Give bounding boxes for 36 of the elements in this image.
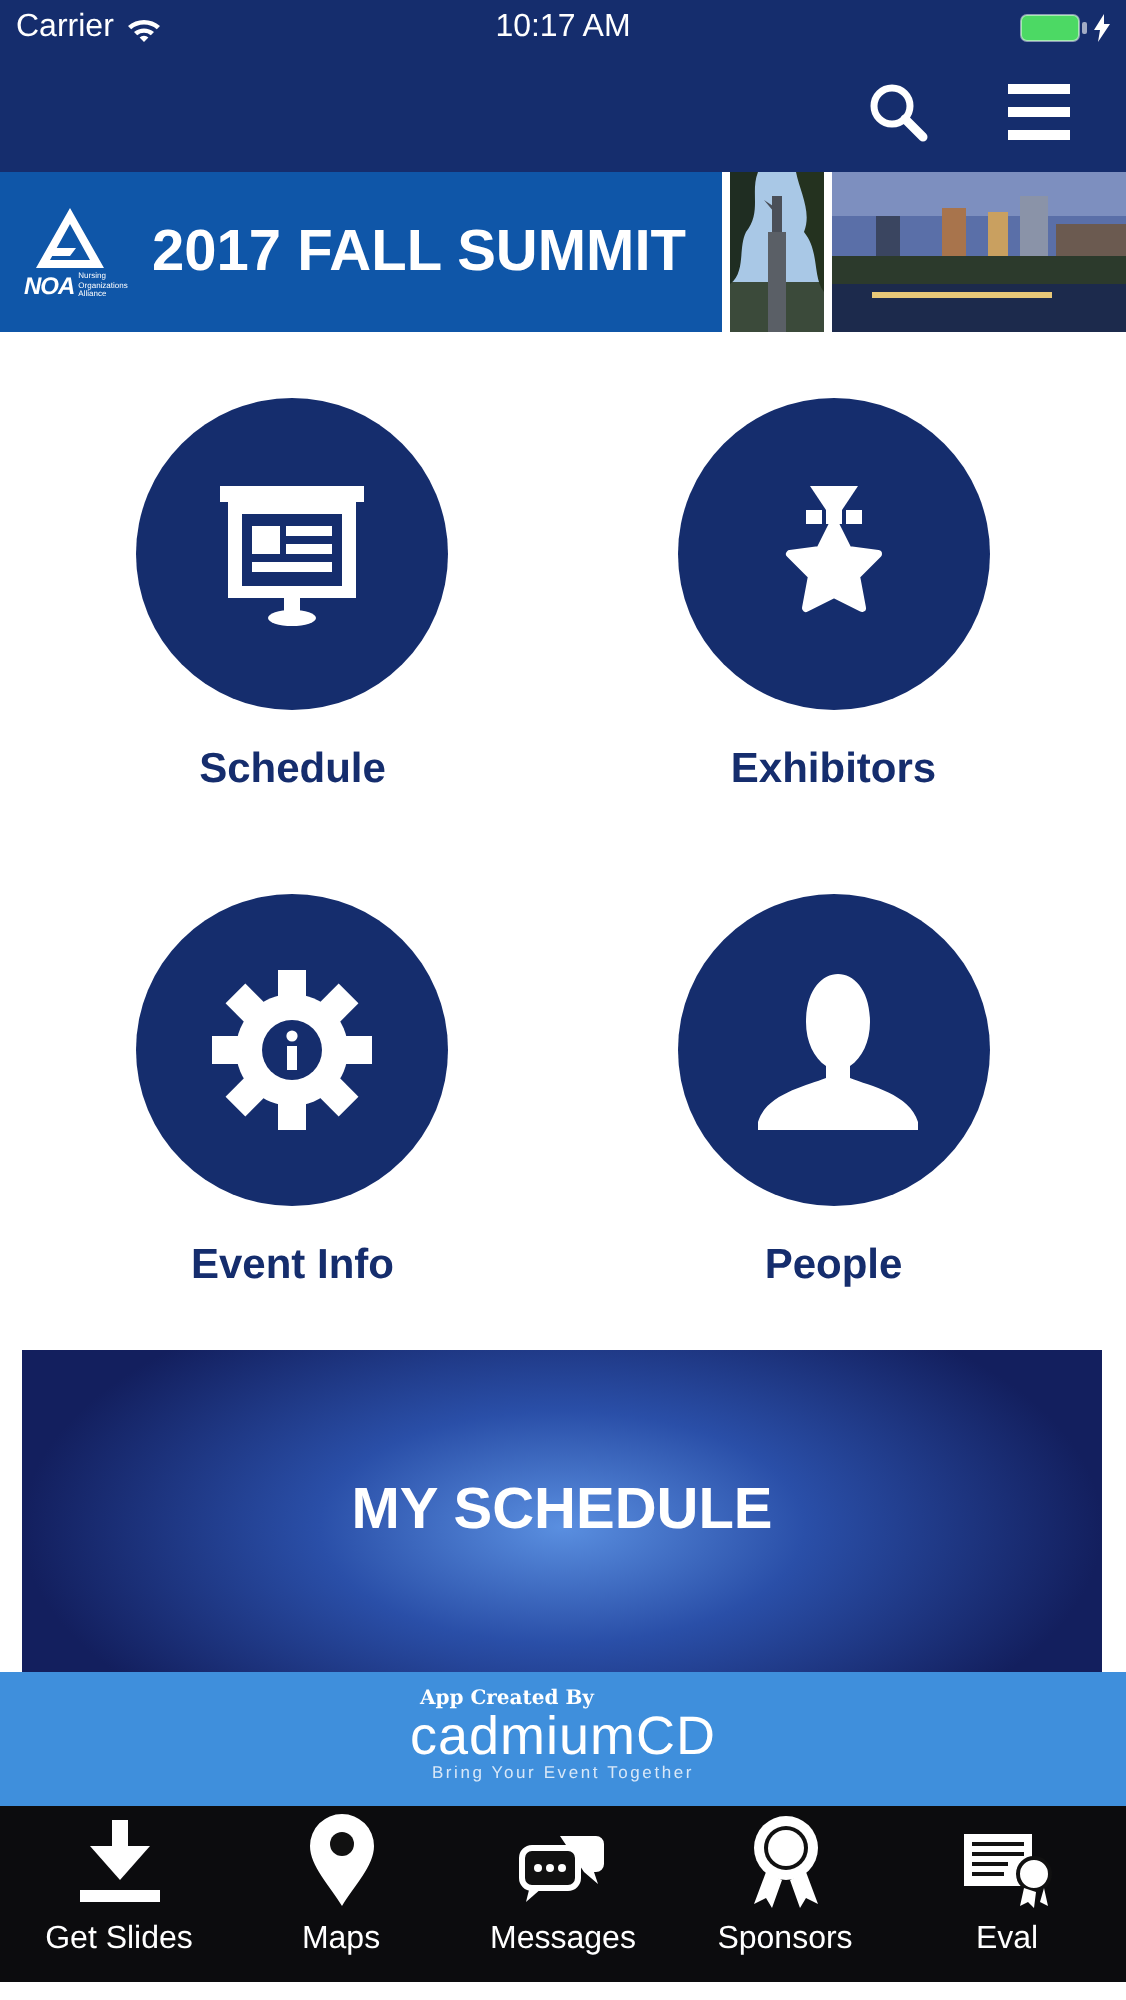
menu-button[interactable] bbox=[1008, 83, 1070, 145]
menu-tile[interactable]: People bbox=[563, 894, 1104, 1290]
menu-tile[interactable]: Event Info bbox=[22, 894, 563, 1290]
tab-bar-item[interactable]: Maps bbox=[241, 1806, 441, 1982]
tab-bar-item[interactable]: Eval bbox=[907, 1806, 1107, 1982]
menu-tile[interactable]: Schedule bbox=[22, 398, 563, 794]
search-button[interactable] bbox=[868, 81, 928, 147]
brand-tagline: Bring Your Event Together bbox=[431, 1762, 695, 1782]
gear-icon bbox=[136, 894, 449, 1206]
my-schedule-button[interactable]: MY SCHEDULE bbox=[22, 1350, 1102, 1672]
medal-icon bbox=[677, 398, 990, 710]
tab-bar-item[interactable]: Sponsors bbox=[685, 1806, 885, 1982]
tab-label: Maps bbox=[301, 1922, 381, 1958]
menu-tile[interactable]: Exhibitors bbox=[563, 398, 1104, 794]
brand-logo-text: cadmiumCD bbox=[409, 1710, 717, 1762]
tile-label: Event Info bbox=[190, 1242, 394, 1290]
tile-label: People bbox=[764, 1242, 903, 1290]
triangle-logo-icon bbox=[32, 203, 108, 272]
projector-icon bbox=[136, 398, 449, 710]
credit-caption: App Created By bbox=[419, 1688, 594, 1710]
tab-label: Get Slides bbox=[45, 1922, 193, 1958]
person-icon bbox=[677, 894, 990, 1206]
logo-text: NOA bbox=[24, 271, 75, 300]
tile-label: Schedule bbox=[199, 746, 386, 794]
charging-icon bbox=[1094, 14, 1110, 42]
tab-label: Messages bbox=[490, 1922, 636, 1958]
tab-label: Sponsors bbox=[717, 1922, 853, 1958]
event-title: 2017 FALL SUMMIT bbox=[152, 219, 686, 285]
tab-label: Eval bbox=[975, 1922, 1039, 1958]
tile-label: Exhibitors bbox=[730, 746, 937, 794]
clock-time: 10:17 AM bbox=[495, 10, 631, 44]
tab-bar-item[interactable]: Get Slides bbox=[19, 1806, 219, 1982]
battery-icon bbox=[1020, 14, 1088, 42]
wifi-icon bbox=[125, 15, 162, 41]
tab-bar-item[interactable]: Messages bbox=[463, 1806, 663, 1982]
carrier-name: Carrier bbox=[16, 10, 114, 46]
